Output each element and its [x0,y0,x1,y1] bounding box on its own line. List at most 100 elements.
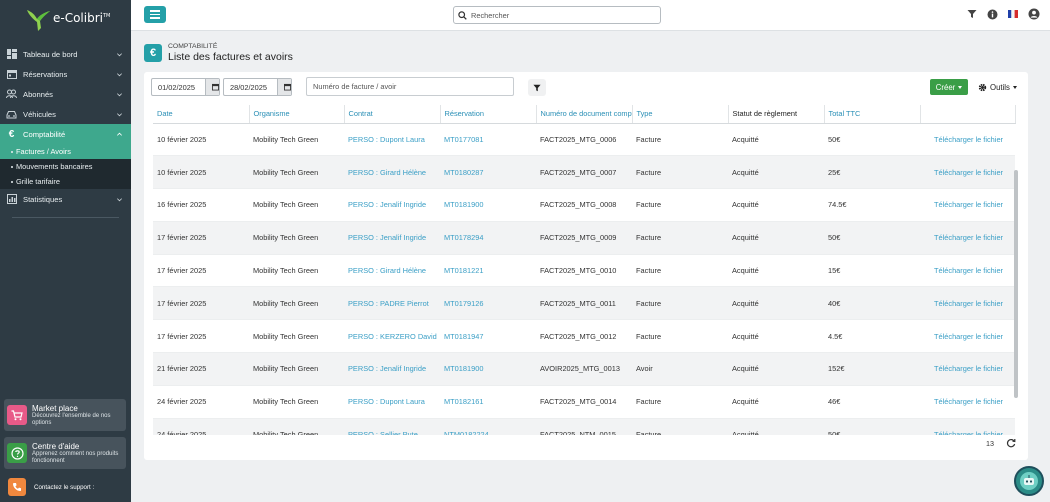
phone-icon [8,478,26,496]
cell-total: 152€ [824,352,920,386]
cell-reservation[interactable]: MT0181900 [440,352,536,386]
cell-payment-status: Acquitté [728,155,824,190]
cell-document-number: FACT2025_MTG_0006 [536,123,632,157]
column-header-document-number[interactable]: Numéro de document comptable [536,105,633,124]
sidebar-item-reservations[interactable]: Réservations [0,64,131,84]
column-header-contrat[interactable]: Contrat [344,105,441,124]
help-center-card[interactable]: Centre d'aide Apprenez comment nos produ… [4,437,126,469]
cell-type: Facture [632,254,728,288]
table-row[interactable]: 10 février 2025 Mobility Tech Green PERSO … [153,123,1015,157]
table-row[interactable]: 24 février 2025 Mobility Tech Green PERSO … [153,418,1015,435]
sidebar-item-accounting[interactable]: € Comptabilité [0,124,131,144]
date-from-field[interactable]: 01/02/2025 [151,78,220,96]
search-box[interactable] [453,6,661,24]
cell-reservation[interactable]: NTM0182224 [440,418,536,435]
column-header-organisme[interactable]: Organisme [249,105,345,124]
cell-reservation[interactable]: MT0180287 [440,155,536,190]
table-row[interactable]: 17 février 2025 Mobility Tech Green PERSO … [153,286,1015,321]
sidebar-item-vehicles[interactable]: Véhicules [0,104,131,124]
contact-support[interactable]: Contactez le support : [4,478,94,496]
cell-date: 17 février 2025 [153,286,249,321]
column-header-total[interactable]: Total TTC [824,105,921,124]
menu-toggle-button[interactable] [144,6,166,23]
cell-contrat[interactable]: PERSO : Jenalif Ingride [344,188,440,222]
cell-download[interactable]: Télécharger le fichier [920,418,1015,435]
sidebar-item-subscribers[interactable]: Abonnés [0,84,131,104]
document-number-input[interactable] [306,77,514,96]
cell-reservation[interactable]: MT0182161 [440,385,536,419]
cell-contrat[interactable]: PERSO : Sellier Pute [344,418,440,435]
cell-date: 24 février 2025 [153,418,249,435]
sidebar-subitem-price-grid[interactable]: Grille tarifaire [0,174,131,189]
french-flag-icon[interactable] [1008,10,1018,18]
cell-contrat[interactable]: PERSO : Girard Hélène [344,254,440,288]
table-row[interactable]: 17 février 2025 Mobility Tech Green PERSO … [153,221,1015,255]
cell-download[interactable]: Télécharger le fichier [920,319,1015,354]
cell-download[interactable]: Télécharger le fichier [920,385,1015,419]
filter-icon[interactable] [967,9,977,19]
create-button[interactable]: Créer [930,79,968,95]
cell-contrat[interactable]: PERSO : Dupont Laura [344,123,440,157]
column-header-type[interactable]: Type [632,105,729,124]
filter-button[interactable] [528,79,546,96]
cell-contrat[interactable]: PERSO : PADRE Pierrot [344,286,440,321]
cell-reservation[interactable]: MT0181900 [440,188,536,222]
assistant-avatar[interactable] [1014,466,1044,496]
hummingbird-logo-icon [27,10,50,31]
cell-document-number: FACT2025_MTG_0014 [536,385,632,419]
user-account-icon[interactable] [1028,8,1040,20]
cell-download[interactable]: Télécharger le fichier [920,254,1015,288]
marketplace-card[interactable]: Market place Découvrez l'ensemble de nos… [4,399,126,431]
cell-download[interactable]: Télécharger le fichier [920,188,1015,222]
table-row[interactable]: 17 février 2025 Mobility Tech Green PERSO … [153,319,1015,354]
calendar-icon[interactable] [205,79,219,95]
logo[interactable]: e-ColibriTM [0,0,131,40]
sidebar-subitem-invoices[interactable]: Factures / Avoirs [0,144,131,159]
chart-icon [6,194,17,205]
cell-reservation[interactable]: MT0178294 [440,221,536,255]
cell-document-number: FACT2025_MTG_0009 [536,221,632,255]
cell-contrat[interactable]: PERSO : KERZERO David [344,319,440,354]
table-scrollbar[interactable] [1014,170,1018,398]
search-input[interactable] [471,10,651,20]
cell-download[interactable]: Télécharger le fichier [920,286,1015,321]
cell-reservation[interactable]: MT0181947 [440,319,536,354]
cell-total: 50€ [824,221,920,255]
cell-contrat[interactable]: PERSO : Girard Hélène [344,155,440,190]
sidebar-subitem-bank-movements[interactable]: Mouvements bancaires [0,159,131,174]
cell-download[interactable]: Télécharger le fichier [920,352,1015,386]
cell-download[interactable]: Télécharger le fichier [920,123,1015,157]
column-header-download [920,105,1016,124]
sidebar-item-dashboard[interactable]: Tableau de bord [0,44,131,64]
info-icon[interactable] [987,9,998,20]
calendar-icon[interactable] [277,79,291,95]
table-row[interactable]: 16 février 2025 Mobility Tech Green PERSO … [153,188,1015,222]
cell-organisme: Mobility Tech Green [249,155,344,190]
cell-reservation[interactable]: MT0177081 [440,123,536,157]
table-row[interactable]: 17 février 2025 Mobility Tech Green PERSO … [153,254,1015,288]
sidebar-item-statistics[interactable]: Statistiques [0,189,131,209]
cell-download[interactable]: Télécharger le fichier [920,221,1015,255]
cell-reservation[interactable]: MT0181221 [440,254,536,288]
topbar-actions [967,8,1050,20]
cell-download[interactable]: Télécharger le fichier [920,155,1015,190]
column-header-reservation[interactable]: Réservation [440,105,537,124]
cell-payment-status: Acquitté [728,286,824,321]
table-row[interactable]: 21 février 2025 Mobility Tech Green PERSO … [153,352,1015,386]
table-row[interactable]: 10 février 2025 Mobility Tech Green PERSO … [153,155,1015,190]
cell-contrat[interactable]: PERSO : Dupont Laura [344,385,440,419]
cell-organisme: Mobility Tech Green [249,123,344,157]
date-to-field[interactable]: 28/02/2025 [223,78,292,96]
cell-contrat[interactable]: PERSO : Jenalif Ingride [344,352,440,386]
cell-organisme: Mobility Tech Green [249,352,344,386]
column-header-date[interactable]: Date [153,105,250,124]
sidebar-subitem-label: Factures / Avoirs [16,147,71,156]
refresh-icon[interactable] [1006,438,1016,450]
cell-type: Facture [632,418,728,435]
marketplace-title: Market place [32,403,78,413]
sidebar-item-label: Véhicules [23,109,56,119]
table-row[interactable]: 24 février 2025 Mobility Tech Green PERSO … [153,385,1015,419]
tools-button[interactable]: Outils [974,79,1021,95]
cell-contrat[interactable]: PERSO : Jenalif Ingride [344,221,440,255]
cell-reservation[interactable]: MT0179126 [440,286,536,321]
